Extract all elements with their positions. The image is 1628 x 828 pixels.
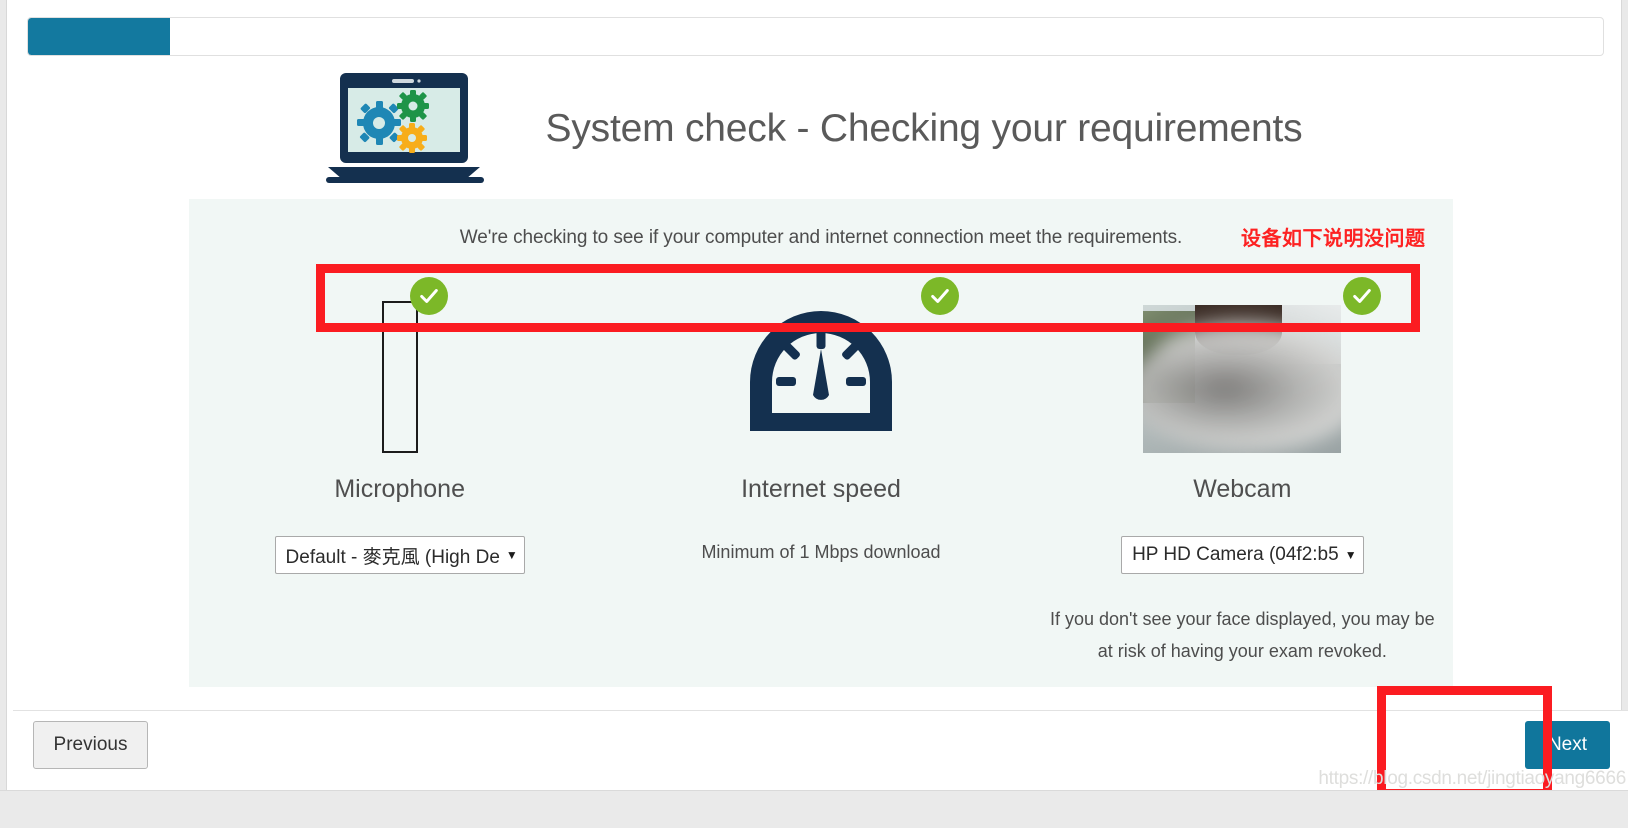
webcam-preview xyxy=(1143,305,1342,453)
system-check-panel: We're checking to see if your computer a… xyxy=(189,199,1453,687)
page-header: System check - Checking your requirement… xyxy=(7,70,1621,188)
microphone-icon-zone xyxy=(189,271,610,453)
webcam-device-value: HP HD Camera (04f2:b5 xyxy=(1132,544,1339,565)
webcam-select-row: HP HD Camera (04f2:b5 ▼ xyxy=(1121,536,1364,574)
internet-speed-requirement-note: Minimum of 1 Mbps download xyxy=(701,542,941,562)
webcam-icon-zone xyxy=(1032,271,1453,453)
speedometer-icon xyxy=(730,303,912,453)
check-title-webcam: Webcam xyxy=(1193,475,1292,503)
content-area: System check - Checking your requirement… xyxy=(6,0,1628,790)
watermark-text: https://blog.csdn.net/jingtiaoyang6666 xyxy=(1318,768,1626,789)
check-title-microphone: Microphone xyxy=(334,475,465,503)
microphone-device-select[interactable]: Default - 麥克風 (High De ▼ xyxy=(274,536,525,574)
chevron-down-icon: ▼ xyxy=(505,548,518,562)
green-check-icon-webcam xyxy=(1343,277,1382,315)
webcam-warning-note: If you don't see your face displayed, yo… xyxy=(1049,609,1435,661)
window-bottom-strip xyxy=(0,790,1628,828)
annotation-note-chinese: 设备如下说明没问题 xyxy=(1241,228,1426,250)
checks-row: Microphone Default - 麥克風 (High De ▼ Inte… xyxy=(189,271,1453,667)
green-check-icon-microphone xyxy=(409,277,448,315)
page-root: System check - Checking your requirement… xyxy=(0,0,1628,828)
progress-bar-fill xyxy=(28,18,170,55)
laptop-gears-icon xyxy=(325,71,484,187)
page-title: System check - Checking your requirement… xyxy=(545,107,1303,150)
microphone-select-row: Default - 麥克風 (High De ▼ xyxy=(274,536,525,574)
check-title-internet-speed: Internet speed xyxy=(741,475,901,503)
check-column-internet-speed: Internet speed Minimum of 1 Mbps downloa… xyxy=(610,271,1031,667)
microphone-level-meter-icon xyxy=(381,301,418,453)
chevron-down-icon: ▼ xyxy=(1344,548,1357,562)
check-column-microphone: Microphone Default - 麥克風 (High De ▼ xyxy=(189,271,610,667)
internet-speed-icon-zone xyxy=(610,271,1031,453)
webcam-device-select[interactable]: HP HD Camera (04f2:b5 ▼ xyxy=(1121,536,1364,574)
microphone-device-value: Default - 麥克風 (High De xyxy=(285,546,500,568)
check-column-webcam: Webcam HP HD Camera (04f2:b5 ▼ If you do… xyxy=(1032,271,1453,667)
progress-bar xyxy=(27,17,1604,56)
green-check-icon-internet-speed xyxy=(920,277,959,315)
previous-button[interactable]: Previous xyxy=(33,721,148,769)
next-button[interactable]: Next xyxy=(1525,721,1610,769)
